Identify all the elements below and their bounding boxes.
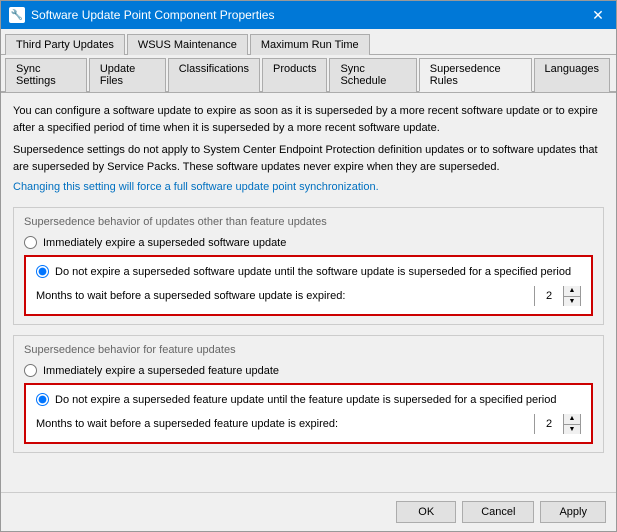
radio-row-1a: Immediately expire a superseded software… bbox=[24, 236, 593, 249]
close-button[interactable]: ✕ bbox=[588, 5, 608, 25]
radio-immediately-expire-label: Immediately expire a superseded software… bbox=[43, 237, 286, 249]
months-input-1[interactable] bbox=[535, 286, 563, 306]
section1-title: Supersedence behavior of updates other t… bbox=[24, 216, 593, 228]
bottom-bar: OK Cancel Apply bbox=[1, 492, 616, 531]
tab-classifications[interactable]: Classifications bbox=[168, 58, 260, 92]
radio-immediately-expire[interactable] bbox=[24, 236, 37, 249]
tab-languages[interactable]: Languages bbox=[534, 58, 610, 92]
radio-row-2a: Immediately expire a superseded feature … bbox=[24, 364, 593, 377]
spinner-up-1[interactable]: ▲ bbox=[564, 286, 580, 297]
tabs-row1: Third Party Updates WSUS Maintenance Max… bbox=[1, 29, 616, 55]
spinner-down-2[interactable]: ▼ bbox=[564, 425, 580, 435]
window: 🔧 Software Update Point Component Proper… bbox=[0, 0, 617, 532]
section-feature-updates: Supersedence behavior for feature update… bbox=[13, 335, 604, 453]
cancel-button[interactable]: Cancel bbox=[462, 501, 534, 523]
radio-row-1b: Do not expire a superseded software upda… bbox=[36, 265, 581, 278]
tab-wsus-maintenance[interactable]: WSUS Maintenance bbox=[127, 34, 248, 55]
spinner-down-1[interactable]: ▼ bbox=[564, 297, 580, 307]
tabs-row2: Sync Settings Update Files Classificatio… bbox=[1, 55, 616, 93]
app-icon: 🔧 bbox=[9, 7, 25, 23]
selected-box-2: Do not expire a superseded feature updat… bbox=[24, 383, 593, 444]
description-1: You can configure a software update to e… bbox=[13, 103, 604, 136]
title-bar-left: 🔧 Software Update Point Component Proper… bbox=[9, 7, 274, 23]
months-label-2: Months to wait before a superseded featu… bbox=[36, 418, 338, 430]
months-label-1: Months to wait before a superseded softw… bbox=[36, 290, 345, 302]
months-row-1: Months to wait before a superseded softw… bbox=[36, 286, 581, 306]
months-spinner-2: ▲ ▼ bbox=[534, 414, 581, 434]
selected-box-1: Do not expire a superseded software upda… bbox=[24, 255, 593, 316]
title-bar: 🔧 Software Update Point Component Proper… bbox=[1, 1, 616, 29]
radio-row-2b: Do not expire a superseded feature updat… bbox=[36, 393, 581, 406]
radio-donot-expire-feature-label: Do not expire a superseded feature updat… bbox=[55, 394, 556, 406]
radio-donot-expire[interactable] bbox=[36, 265, 49, 278]
months-spinner-1: ▲ ▼ bbox=[534, 286, 581, 306]
apply-button[interactable]: Apply bbox=[540, 501, 606, 523]
spinner-up-2[interactable]: ▲ bbox=[564, 414, 580, 425]
tab-supersedence-rules[interactable]: Supersedence Rules bbox=[419, 58, 532, 92]
description-2: Supersedence settings do not apply to Sy… bbox=[13, 142, 604, 175]
tab-sync-schedule[interactable]: Sync Schedule bbox=[329, 58, 416, 92]
radio-donot-expire-feature[interactable] bbox=[36, 393, 49, 406]
section2-title: Supersedence behavior for feature update… bbox=[24, 344, 593, 356]
months-row-2: Months to wait before a superseded featu… bbox=[36, 414, 581, 434]
tab-maximum-run-time[interactable]: Maximum Run Time bbox=[250, 34, 370, 55]
tab-third-party-updates[interactable]: Third Party Updates bbox=[5, 34, 125, 55]
section-non-feature-updates: Supersedence behavior of updates other t… bbox=[13, 207, 604, 325]
description-3: Changing this setting will force a full … bbox=[13, 181, 604, 193]
spinner-buttons-2: ▲ ▼ bbox=[563, 414, 580, 434]
tab-products[interactable]: Products bbox=[262, 58, 327, 92]
radio-donot-expire-label: Do not expire a superseded software upda… bbox=[55, 266, 571, 278]
spinner-buttons-1: ▲ ▼ bbox=[563, 286, 580, 306]
ok-button[interactable]: OK bbox=[396, 501, 456, 523]
radio-immediately-expire-feature-label: Immediately expire a superseded feature … bbox=[43, 365, 279, 377]
tab-update-files[interactable]: Update Files bbox=[89, 58, 166, 92]
months-input-2[interactable] bbox=[535, 414, 563, 434]
window-title: Software Update Point Component Properti… bbox=[31, 8, 274, 22]
tab-sync-settings[interactable]: Sync Settings bbox=[5, 58, 87, 92]
radio-immediately-expire-feature[interactable] bbox=[24, 364, 37, 377]
content-area: You can configure a software update to e… bbox=[1, 93, 616, 492]
